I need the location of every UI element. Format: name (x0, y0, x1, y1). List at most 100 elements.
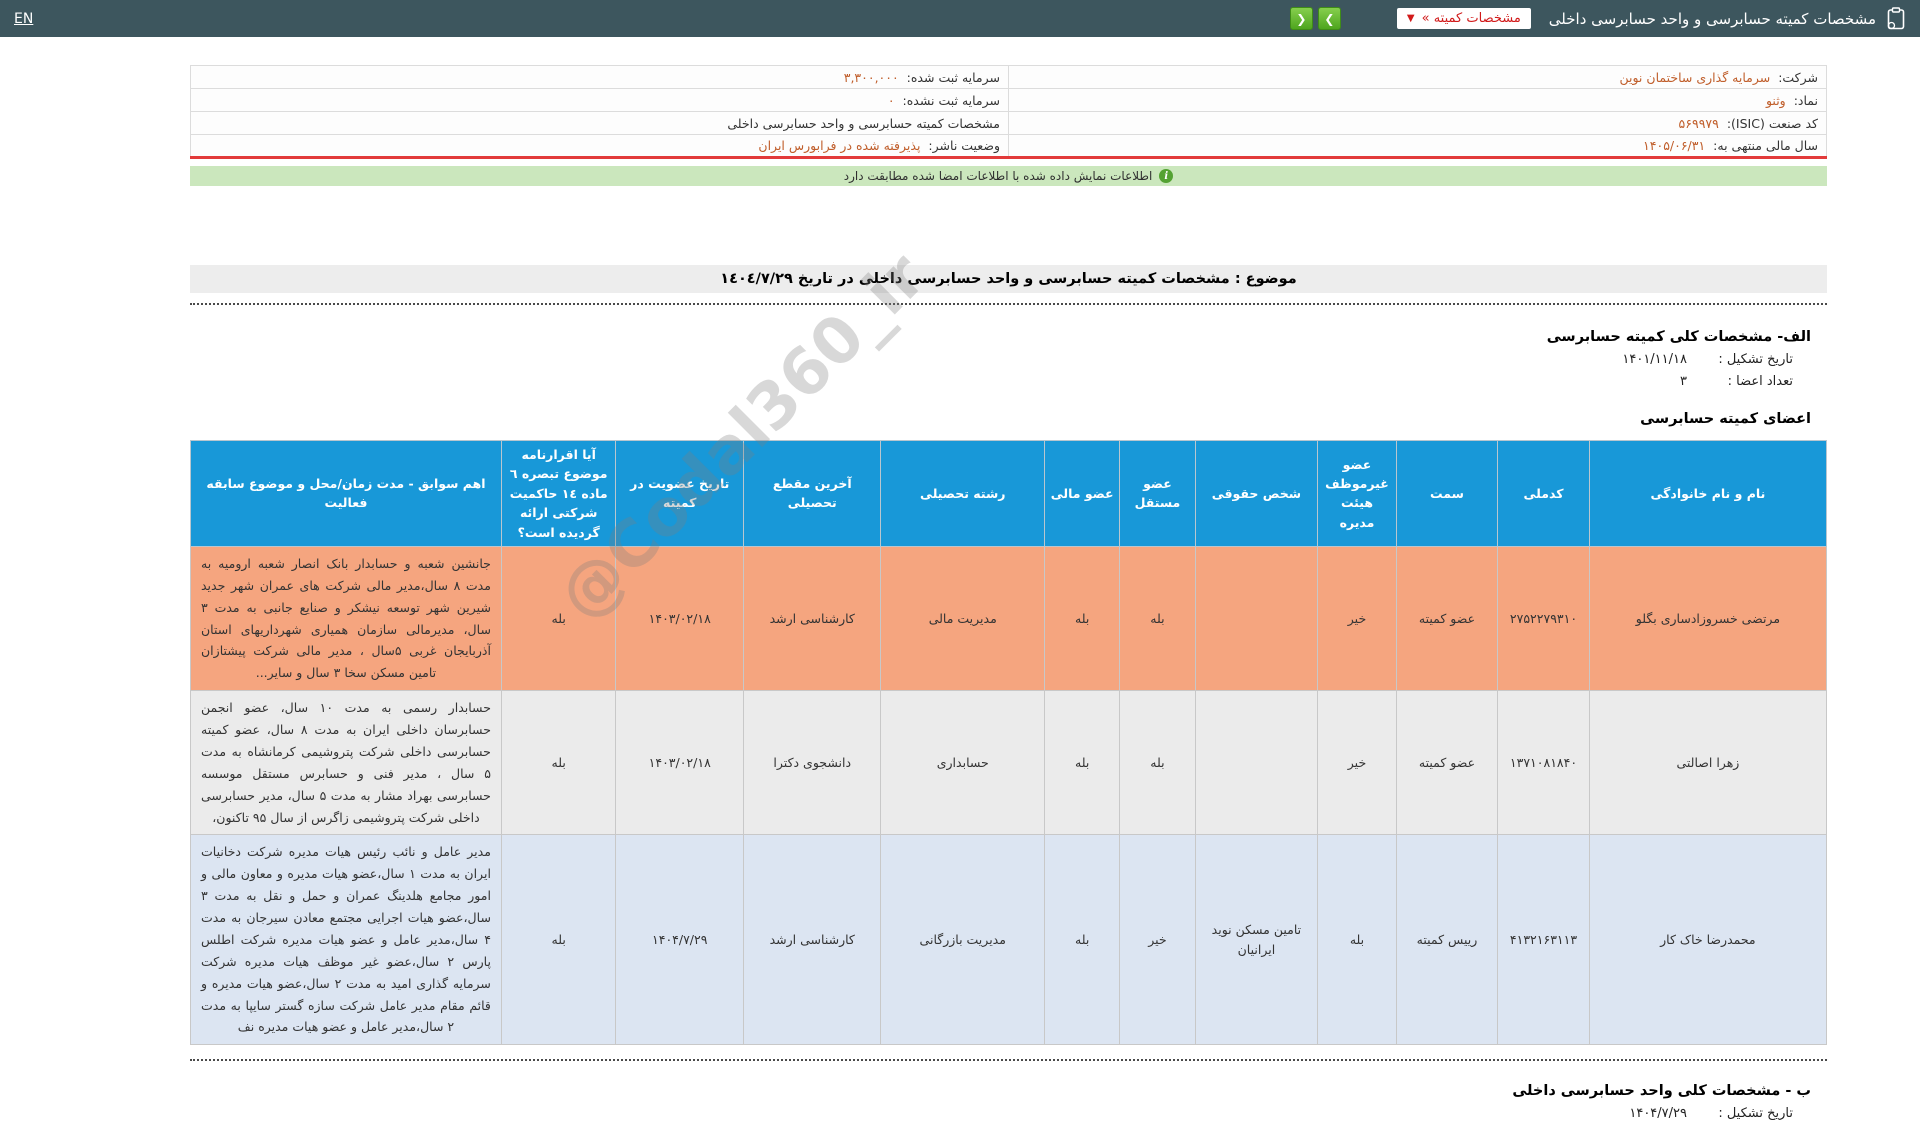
member-legal-entity: تامین مسکن نوید ایرانیان (1194, 834, 1319, 1046)
header-non-executive-board: عضو غیرموظف هیئت مدیره (1317, 440, 1397, 547)
header-legal-entity: شخص حقوقی (1194, 440, 1319, 547)
clipboard-report-icon[interactable] (1886, 7, 1906, 30)
section-a-title: الف- مشخصات کلی کمیته حسابرسی (1546, 329, 1811, 345)
members-count-value: ۳ (1680, 374, 1687, 389)
member-study-field: حسابداری (880, 690, 1046, 836)
member-background: مدیر عامل و نائب رئیس هیات مدیره شرکت دخ… (190, 834, 502, 1046)
dotted-divider (190, 1059, 1827, 1062)
header-financial: عضو مالی (1044, 440, 1121, 547)
member-position: رییس کمیته (1395, 834, 1499, 1046)
header-position: سمت (1395, 440, 1499, 547)
report-name-cell: مشخصات کمیته حسابرسی و واحد حسابرسی داخل… (190, 111, 1009, 135)
symbol-link[interactable]: وثنو (1766, 93, 1786, 108)
header-national-id: کدملی (1497, 440, 1590, 547)
header-last-degree: آخرین مقطع تحصیلی (743, 440, 882, 547)
unit-formation-date-label: تاریخ تشکیل : (1718, 1106, 1793, 1121)
member-financial: بله (1044, 545, 1121, 692)
member-financial: بله (1044, 690, 1121, 836)
next-report-button[interactable]: ❯ (1317, 7, 1341, 30)
symbol-label: نماد: (1793, 92, 1818, 108)
subject-bar: موضوع : مشخصات کمیته حسابرسی و واحد حساب… (190, 265, 1827, 293)
member-national-id: ۱۳۷۱۰۸۱۸۴۰ (1497, 690, 1590, 836)
member-national-id: ۴۱۳۲۱۶۳۱۱۳ (1497, 834, 1590, 1046)
members-table-title: اعضای کمیته حسابرسی (1640, 411, 1811, 427)
member-national-id: ۲۷۵۲۲۷۹۳۱۰ (1497, 545, 1590, 692)
codal-disclosure-page: { "topbar": { "title": "مشخصات کمیته حسا… (0, 0, 1920, 1121)
fiscal-year-label: سال مالی منتهی به: (1713, 138, 1818, 153)
member-declaration: بله (500, 545, 617, 692)
company-name-link[interactable]: سرمایه گذاری ساختمان نوین (1619, 70, 1770, 85)
registered-capital-label: سرمایه ثبت شده: (906, 69, 1000, 85)
header-background: اهم سوابق - مدت زمان/محل و موضوع سابقه ف… (190, 440, 502, 547)
member-name: زهرا اصالتی (1588, 690, 1828, 836)
chevron-down-icon: ▼ (1406, 13, 1415, 24)
formation-date-label: تاریخ تشکیل : (1718, 352, 1793, 367)
report-type-dropdown[interactable]: مشخصات کمیته » ▼ (1396, 8, 1531, 29)
member-study-field: مدیریت مالی (880, 545, 1046, 692)
language-switch-link[interactable]: EN (14, 11, 33, 27)
members-table-header-row: نام و نام خانوادگی کدملی سمت عضو غیرموظف… (190, 440, 1828, 547)
company-cell: شرکت: سرمایه گذاری ساختمان نوین (1008, 65, 1827, 89)
signature-match-notice: i اطلاعات نمایش داده شده با اطلاعات امضا… (190, 166, 1827, 186)
member-independent: بله (1119, 690, 1196, 836)
content-container: شرکت: سرمایه گذاری ساختمان نوین سرمایه ث… (190, 65, 1828, 1121)
report-type-dropdown-label: مشخصات کمیته » (1421, 11, 1521, 26)
report-name-text: مشخصات کمیته حسابرسی و واحد حسابرسی داخل… (727, 115, 1000, 131)
isic-value: ۵۶۹۹۷۹ (1678, 115, 1719, 131)
registered-capital-cell: سرمایه ثبت شده: ۳,۳۰۰,۰۰۰ (190, 65, 1009, 89)
info-row: نماد: وثنو سرمایه ثبت نشده: ۰ (190, 88, 1827, 112)
header-study-field: رشته تحصیلی (880, 440, 1046, 547)
member-background: حسابدار رسمی به مدت ۱۰ سال، عضو انجمن حس… (190, 690, 502, 836)
header-full-name: نام و نام خانوادگی (1588, 440, 1828, 547)
members-count-label: تعداد اعضا : (1727, 374, 1793, 389)
member-membership-date: ۱۴۰۳/۰۲/۱۸ (615, 690, 745, 836)
member-last-degree: دانشجوی دکترا (743, 690, 882, 836)
member-last-degree: کارشناسی ارشد (743, 834, 882, 1046)
member-position: عضو کمیته (1395, 690, 1499, 836)
issuer-status-value: پذیرفته شده در فرابورس ایران (758, 138, 921, 153)
info-row: سال مالی منتهی به: ۱۴۰۵/۰۶/۳۱ وضعیت ناشر… (190, 134, 1827, 158)
unregistered-capital-value: ۰ (887, 92, 895, 108)
member-last-degree: کارشناسی ارشد (743, 545, 882, 692)
dotted-divider (190, 303, 1827, 305)
member-non-executive: بله (1317, 834, 1397, 1046)
unit-formation-date-row: تاریخ تشکیل : ۱۴۰۴/۷/۲۹ (190, 1106, 1827, 1121)
members-count-row: تعداد اعضا : ۳ (190, 374, 1827, 389)
member-financial: بله (1044, 834, 1121, 1046)
member-name: محمدرضا خاک کار (1588, 834, 1828, 1046)
header-independent: عضو مستقل (1119, 440, 1196, 547)
issuer-status-label: وضعیت ناشر: (928, 138, 1000, 153)
unregistered-capital-label: سرمایه ثبت نشده: (902, 92, 1000, 108)
company-info-table: شرکت: سرمایه گذاری ساختمان نوین سرمایه ث… (190, 65, 1827, 159)
member-study-field: مدیریت بازرگانی (880, 834, 1046, 1046)
isic-label: کد صنعت (ISIC): (1726, 115, 1818, 131)
report-nav-buttons: ❯ ❮ (1289, 7, 1341, 30)
isic-cell: کد صنعت (ISIC): ۵۶۹۹۷۹ (1008, 111, 1827, 135)
signature-match-text: اطلاعات نمایش داده شده با اطلاعات امضا ش… (843, 169, 1153, 183)
member-legal-entity (1194, 690, 1319, 836)
registered-capital-value: ۳,۳۰۰,۰۰۰ (843, 69, 899, 85)
member-independent: خیر (1119, 834, 1196, 1046)
member-position: عضو کمیته (1395, 545, 1499, 692)
prev-report-button[interactable]: ❮ (1289, 7, 1313, 30)
member-independent: بله (1119, 545, 1196, 692)
fiscal-year-value: ۱۴۰۵/۰۶/۳۱ (1643, 138, 1706, 153)
member-row: مرتضی خسروزادساری بگلو ۲۷۵۲۲۷۹۳۱۰ عضو کم… (190, 545, 1828, 692)
unit-formation-date-value: ۱۴۰۴/۷/۲۹ (1629, 1106, 1687, 1121)
header-declaration: آیا اقرارنامه موضوع تبصره ٦ ماده ١٤ حاکم… (500, 440, 617, 547)
member-background: جانشین شعبه و حسابدار بانک انصار شعبه ار… (190, 545, 502, 692)
section-b-title: ب - مشخصات کلی واحد حسابرسی داخلی (1512, 1083, 1811, 1100)
info-icon: i (1159, 169, 1174, 183)
committee-members-table: نام و نام خانوادگی کدملی سمت عضو غیرموظف… (190, 440, 1828, 1046)
issuer-status-cell: وضعیت ناشر: پذیرفته شده در فرابورس ایران (190, 134, 1009, 158)
fiscal-year-cell: سال مالی منتهی به: ۱۴۰۵/۰۶/۳۱ (1008, 134, 1827, 158)
page-title: مشخصات کمیته حسابرسی و واحد حسابرسی داخل… (1548, 9, 1876, 28)
member-declaration: بله (500, 690, 617, 836)
info-row: کد صنعت (ISIC): ۵۶۹۹۷۹ مشخصات کمیته حساب… (190, 111, 1827, 135)
member-declaration: بله (500, 834, 617, 1046)
topbar: مشخصات کمیته حسابرسی و واحد حسابرسی داخل… (0, 0, 1920, 37)
member-non-executive: خیر (1317, 545, 1397, 692)
committee-formation-date-row: تاریخ تشکیل : ۱۴۰۱/۱۱/۱۸ (190, 352, 1827, 367)
symbol-cell: نماد: وثنو (1008, 88, 1827, 112)
formation-date-value: ۱۴۰۱/۱۱/۱۸ (1622, 352, 1687, 367)
